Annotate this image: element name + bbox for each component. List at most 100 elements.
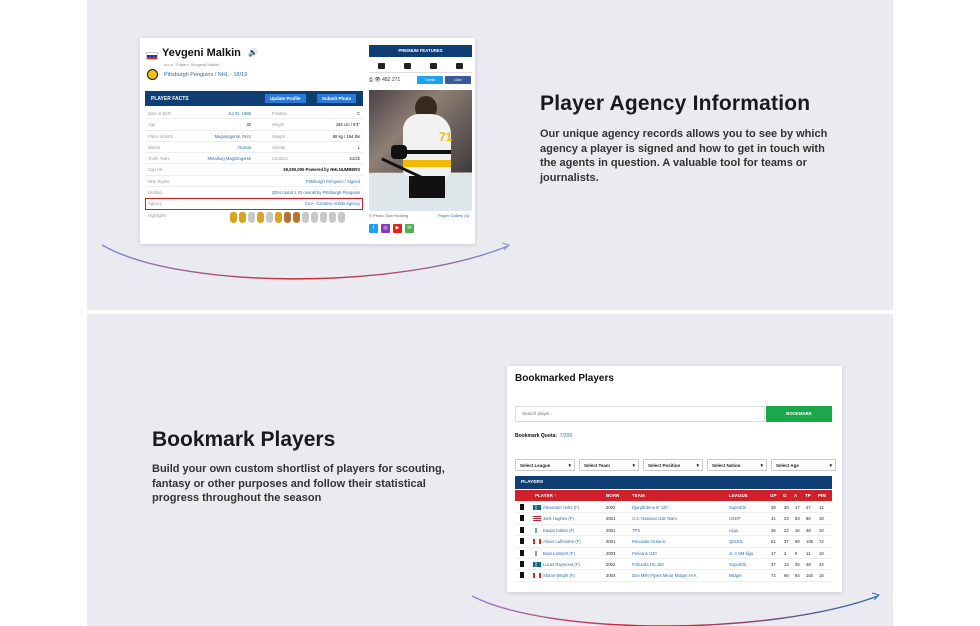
instagram-icon[interactable]: ◎ xyxy=(381,224,390,233)
team-link[interactable]: Djurgårdens IF J20 xyxy=(632,505,668,510)
agency-value[interactable]: CAA - Creative Artists Agency xyxy=(305,201,360,206)
select-nation[interactable]: Select Nation xyxy=(707,459,767,472)
team-link[interactable]: Don Mills Flyers Minor Midget AAA xyxy=(632,573,696,578)
bookmark-icon[interactable] xyxy=(520,526,524,533)
player-link[interactable]: Kaapo Kakko (F) xyxy=(543,528,574,533)
twitter-icon[interactable]: t xyxy=(369,224,378,233)
medal-icon[interactable] xyxy=(284,211,291,223)
table-row[interactable]: Lucas Raymond (F) 2002 Frölunda HC J20 Supe… xyxy=(515,559,832,571)
compare-icon[interactable] xyxy=(404,62,412,69)
fact-row: Age 32 Height 192 cm / 6'4" xyxy=(145,119,363,131)
league-link[interactable]: SuperElit xyxy=(729,505,746,510)
trophy-icon[interactable] xyxy=(338,211,345,223)
stat-g: 66 xyxy=(784,573,789,579)
select-team[interactable]: Select Team xyxy=(579,459,639,472)
table-row[interactable]: Kaapo Kakko (F) 2001 TPS Liiga 45 22 16 38 10 xyxy=(515,525,832,537)
tweet-button[interactable]: Tweet xyxy=(417,76,443,84)
bookmark-icon[interactable] xyxy=(520,538,524,545)
fact-value[interactable]: Metallurg Magnitogorsk xyxy=(207,156,251,161)
col-player[interactable]: PLAYER ↑ xyxy=(535,493,556,498)
col-g[interactable]: G xyxy=(783,493,787,498)
table-row[interactable]: Shane Wright (F) 2004 Don Mills Flyers Min… xyxy=(515,570,832,582)
stat-gp: 61 xyxy=(771,539,776,545)
update-profile-button[interactable]: Update Profile xyxy=(265,94,306,103)
table-row[interactable]: Jack Hughes (F) 2001 U.S. National U18 Tea… xyxy=(515,513,832,525)
trophy-icon[interactable] xyxy=(311,211,318,223)
medal-icon[interactable] xyxy=(248,211,255,223)
fact-value[interactable]: Jul 31, 1986 xyxy=(228,111,251,116)
bookmark-icon[interactable] xyxy=(520,572,524,579)
table-row[interactable]: Brad Lambert (F) 2003 Pelicans U20 Jr. A SM… xyxy=(515,548,832,559)
bookmark-icon[interactable] xyxy=(520,549,524,556)
col-team[interactable]: TEAM xyxy=(632,493,645,498)
trophy-icon[interactable] xyxy=(302,211,309,223)
card-icon[interactable] xyxy=(429,62,437,69)
agency-section-heading: Player Agency Information xyxy=(540,92,811,115)
medal-icon[interactable] xyxy=(275,211,282,223)
bookmark-button[interactable]: BOOKMARK xyxy=(766,406,832,422)
player-photo[interactable]: 71 xyxy=(369,90,472,211)
player-name[interactable]: Yevgeni Malkin xyxy=(162,47,241,59)
medal-icon[interactable] xyxy=(230,211,237,223)
medal-icon[interactable] xyxy=(257,211,264,223)
col-tp[interactable]: TP xyxy=(805,493,811,498)
team-link[interactable]: Pelicans U20 xyxy=(632,551,657,556)
table-row[interactable]: Alexis Lafrenière (F) 2001 Rimouski Océani… xyxy=(515,536,832,548)
cap-hit-value[interactable]: $9,500,000 Powered by NHLNUMBERS xyxy=(283,167,360,172)
bookmark-icon[interactable] xyxy=(378,62,386,69)
drafted-value[interactable]: 2004 round 1 #2 overall by Pittsburgh Pe… xyxy=(272,190,360,195)
league-link[interactable]: Jr. A SM-liiga xyxy=(729,551,753,556)
team-link[interactable]: Rimouski Océanic xyxy=(632,539,666,544)
select-age[interactable]: Select Age xyxy=(771,459,836,472)
trophy-icon[interactable] xyxy=(329,211,336,223)
player-link[interactable]: Jack Hughes (F) xyxy=(543,516,574,521)
players-table-header: PLAYER ↑ BORN TEAM LEAGUE GP G A TP PIM xyxy=(515,490,832,501)
like-button[interactable]: Like xyxy=(445,76,471,84)
stats-icon[interactable] xyxy=(455,62,463,69)
league-link[interactable]: Midget xyxy=(729,573,742,578)
search-player-input[interactable] xyxy=(515,406,765,422)
trophy-icon[interactable] xyxy=(320,211,327,223)
medal-icon[interactable] xyxy=(293,211,300,223)
player-link[interactable]: Brad Lambert (F) xyxy=(543,551,575,556)
players-table-body: Alexander Holtz (F) 2002 Djurgårdens IF J2… xyxy=(515,502,832,582)
col-league[interactable]: LEAGUE xyxy=(729,493,748,498)
team-link[interactable]: TPS xyxy=(632,528,640,533)
select-position[interactable]: Select Position xyxy=(643,459,703,472)
bookmark-icon[interactable] xyxy=(520,504,524,510)
league-link[interactable]: QMJHL xyxy=(729,539,743,544)
player-link[interactable]: Lucas Raymond (F) xyxy=(543,562,580,567)
player-link[interactable]: Alexander Holtz (F) xyxy=(543,505,579,510)
league-link[interactable]: SuperElit xyxy=(729,562,746,567)
medal-icon[interactable] xyxy=(266,211,273,223)
col-born[interactable]: BORN xyxy=(606,493,619,498)
player-link[interactable]: Shane Wright (F) xyxy=(543,573,575,578)
country-flag-icon xyxy=(533,527,541,533)
speaker-icon[interactable]: 🔊 xyxy=(248,48,258,57)
fact-value[interactable]: Magnitogorsk, RUS xyxy=(215,134,251,139)
team-link[interactable]: Frölunda HC J20 xyxy=(632,562,664,567)
league-link[interactable]: USDP xyxy=(729,516,741,521)
russia-flag-icon xyxy=(146,52,158,60)
player-link[interactable]: Alexis Lafrenière (F) xyxy=(543,539,581,544)
medal-icon[interactable] xyxy=(239,211,246,223)
youtube-icon[interactable]: ▶ xyxy=(393,224,402,233)
nhl-rights-value[interactable]: Pittsburgh Penguins / Signed xyxy=(306,179,360,184)
table-row[interactable]: Alexander Holtz (F) 2002 Djurgårdens IF J2… xyxy=(515,502,832,514)
photo-jersey-number: 71 xyxy=(439,130,453,144)
league-link[interactable]: Liiga xyxy=(729,528,738,533)
bookmark-icon[interactable] xyxy=(520,515,524,522)
team-link[interactable]: U.S. National U18 Team xyxy=(632,516,677,521)
col-gp[interactable]: GP xyxy=(770,493,777,498)
team-link[interactable]: Pittsburgh Penguins / NHL - 18/19 xyxy=(164,72,247,78)
select-league[interactable]: Select League xyxy=(515,459,575,472)
print-icon[interactable]: ⎙ xyxy=(369,77,373,83)
stat-a: 17 xyxy=(795,505,800,510)
bookmark-icon[interactable] xyxy=(520,560,524,567)
submit-photo-button[interactable]: Submit Photo xyxy=(317,94,357,103)
share-icon[interactable]: ✉ xyxy=(405,224,414,233)
col-a[interactable]: A xyxy=(794,493,797,498)
player-gallery-link[interactable]: Player Gallery (6) xyxy=(438,213,469,218)
col-pim[interactable]: PIM xyxy=(818,493,826,498)
fact-value[interactable]: Russia xyxy=(238,145,251,150)
